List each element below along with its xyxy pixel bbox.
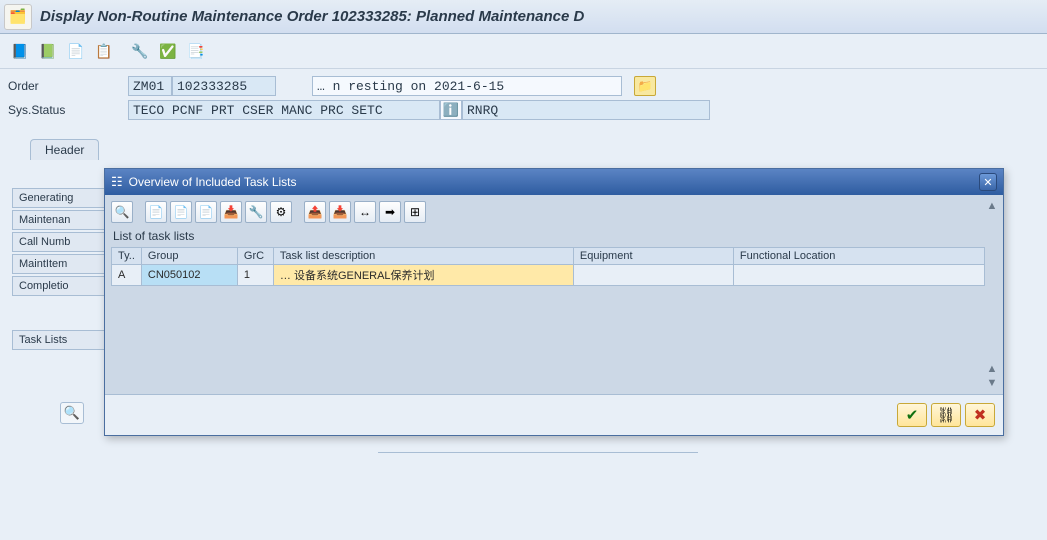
scroll-down-icon[interactable]: ▼ bbox=[985, 376, 999, 390]
dlg-tbtn-9[interactable]: 📥 bbox=[329, 201, 351, 223]
dialog-scroll-area: 🔍 📄 📄 📄 📥 🔧 ⚙ 📤 📥 ↔ ➡ ⊞ List of task lis… bbox=[105, 195, 1003, 395]
cell-group: CN050102 bbox=[141, 265, 237, 286]
dlg-tbtn-2[interactable]: 📄 bbox=[145, 201, 167, 223]
order-type-field[interactable]: ZM01 bbox=[128, 76, 172, 96]
dialog-close-button[interactable]: ✕ bbox=[979, 173, 997, 191]
cell-grc: 1 bbox=[237, 265, 273, 286]
sysstatus-field: TECO PCNF PRT CSER MANC PRC SETC bbox=[128, 100, 440, 120]
tabs-row: Header bbox=[0, 129, 1047, 160]
lower-divider bbox=[378, 452, 698, 454]
col-group[interactable]: Group bbox=[141, 248, 237, 265]
dialog-scrollbar[interactable]: ▲ ▲ ▼ bbox=[983, 199, 1001, 390]
toolbar-btn-7[interactable]: 📑 bbox=[184, 40, 208, 62]
info-icon[interactable]: ℹ️ bbox=[440, 100, 462, 120]
panel-completion[interactable]: Completio bbox=[12, 276, 112, 296]
scroll-up2-icon[interactable]: ▲ bbox=[985, 362, 999, 376]
dialog-footer: ✔ ⛓ ✖ bbox=[105, 395, 1003, 435]
sysstatus-label: Sys.Status bbox=[8, 103, 128, 117]
dialog-titlebar[interactable]: ☷ Overview of Included Task Lists ✕ bbox=[105, 169, 1003, 195]
dialog-body: 🔍 📄 📄 📄 📥 🔧 ⚙ 📤 📥 ↔ ➡ ⊞ List of task lis… bbox=[105, 195, 1003, 435]
dlg-tbtn-4[interactable]: 📄 bbox=[195, 201, 217, 223]
toolbar-btn-5[interactable]: 🔧 bbox=[128, 40, 152, 62]
order-number-field[interactable]: 102333285 bbox=[172, 76, 276, 96]
dlg-tbtn-10[interactable]: ↔ bbox=[354, 201, 376, 223]
order-label: Order bbox=[8, 79, 128, 93]
dlg-tbtn-6[interactable]: 🔧 bbox=[245, 201, 267, 223]
order-desc-field[interactable]: … n resting on 2021-6-15 bbox=[312, 76, 622, 96]
dialog-toolbar: 🔍 📄 📄 📄 📥 🔧 ⚙ 📤 📥 ↔ ➡ ⊞ bbox=[105, 195, 1003, 227]
toolbar-sep bbox=[295, 201, 301, 223]
panel-callnum[interactable]: Call Numb bbox=[12, 232, 112, 252]
form-area: Order ZM01 102333285 … n resting on 2021… bbox=[0, 69, 1047, 129]
section-label: List of task lists bbox=[105, 227, 1003, 247]
col-equip[interactable]: Equipment bbox=[573, 248, 733, 265]
dlg-tbtn-8[interactable]: 📤 bbox=[304, 201, 326, 223]
panel-tasklists[interactable]: Task Lists bbox=[12, 330, 112, 350]
cell-ty: A bbox=[112, 265, 142, 286]
titlebar: 🗂️ Display Non-Routine Maintenance Order… bbox=[0, 0, 1047, 34]
dlg-tbtn-12[interactable]: ⊞ bbox=[404, 201, 426, 223]
bottom-icon-button[interactable]: 🔍 bbox=[60, 402, 84, 424]
cell-equip bbox=[573, 265, 733, 286]
dialog-title-text: Overview of Included Task Lists bbox=[129, 175, 297, 189]
app-icon[interactable]: 🗂️ bbox=[4, 4, 32, 30]
col-grc[interactable]: GrC bbox=[237, 248, 273, 265]
toolbar-btn-4[interactable]: 📋 bbox=[92, 40, 116, 62]
tasklist-table: Ty.. Group GrC Task list description Equ… bbox=[111, 247, 985, 286]
panel-maintenance[interactable]: Maintenan bbox=[12, 210, 112, 230]
folder-icon[interactable]: 📁 bbox=[634, 76, 656, 96]
panel-generating[interactable]: Generating bbox=[12, 188, 112, 208]
dlg-tbtn-1[interactable]: 🔍 bbox=[111, 201, 133, 223]
cancel-button[interactable]: ✖ bbox=[965, 403, 995, 427]
side-panels: Generating Maintenan Call Numb MaintItem… bbox=[12, 188, 112, 298]
panel-maintitem[interactable]: MaintItem bbox=[12, 254, 112, 274]
page-title: Display Non-Routine Maintenance Order 10… bbox=[40, 8, 584, 25]
table-row[interactable]: A CN050102 1 … 设备系统GENERAL保养计划 bbox=[112, 265, 985, 286]
tasklist-panel: Task Lists bbox=[12, 330, 112, 352]
col-floc[interactable]: Functional Location bbox=[733, 248, 984, 265]
chain-button[interactable]: ⛓ bbox=[931, 403, 961, 427]
col-desc[interactable]: Task list description bbox=[273, 248, 573, 265]
toolbar-sep bbox=[136, 201, 142, 223]
toolbar-btn-3[interactable]: 📄 bbox=[64, 40, 88, 62]
dlg-tbtn-3[interactable]: 📄 bbox=[170, 201, 192, 223]
tab-header[interactable]: Header bbox=[30, 139, 99, 160]
toolbar-btn-6[interactable]: ✅ bbox=[156, 40, 180, 62]
sysstatus-extra-field: RNRQ bbox=[462, 100, 710, 120]
dialog-tasklist-overview: ☷ Overview of Included Task Lists ✕ 🔍 📄 … bbox=[104, 168, 1004, 436]
ok-button[interactable]: ✔ bbox=[897, 403, 927, 427]
toolbar-btn-2[interactable]: 📗 bbox=[36, 40, 60, 62]
scroll-up-icon[interactable]: ▲ bbox=[985, 199, 999, 213]
col-ty[interactable]: Ty.. bbox=[112, 248, 142, 265]
table-header-row: Ty.. Group GrC Task list description Equ… bbox=[112, 248, 985, 265]
dlg-tbtn-7[interactable]: ⚙ bbox=[270, 201, 292, 223]
bottom-stub: 🔍 bbox=[60, 402, 84, 424]
toolbar-btn-1[interactable]: 📘 bbox=[8, 40, 32, 62]
dlg-tbtn-11[interactable]: ➡ bbox=[379, 201, 401, 223]
cell-desc: … 设备系统GENERAL保养计划 bbox=[273, 265, 573, 286]
cell-floc bbox=[733, 265, 984, 286]
dialog-title-icon: ☷ bbox=[111, 174, 123, 190]
main-toolbar: 📘 📗 📄 📋 🔧 ✅ 📑 bbox=[0, 34, 1047, 69]
dlg-tbtn-5[interactable]: 📥 bbox=[220, 201, 242, 223]
